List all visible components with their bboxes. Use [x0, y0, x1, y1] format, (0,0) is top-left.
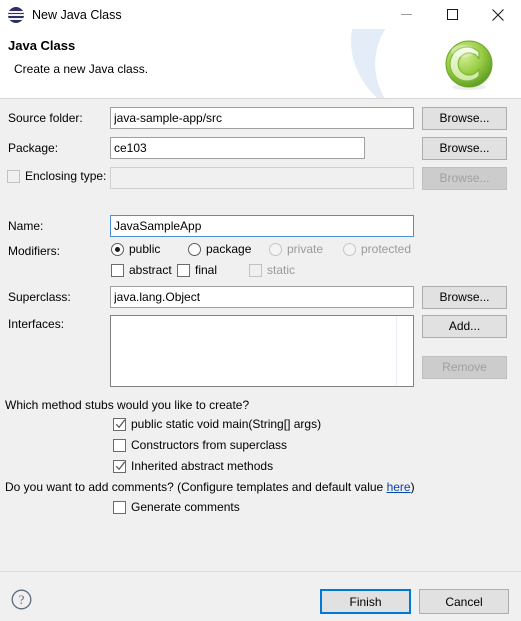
modifier-label-package: package	[206, 242, 252, 256]
maximize-icon	[446, 9, 458, 20]
minimize-button[interactable]	[383, 0, 429, 29]
modifiers-label: Modifiers:	[8, 244, 61, 258]
package-browse-button[interactable]: Browse...	[422, 137, 507, 160]
eclipse-sphere-icon	[8, 6, 24, 23]
modifier-checkbox-static[interactable]	[249, 264, 262, 277]
class-name-input[interactable]	[110, 215, 414, 237]
stub-checkbox-constructors[interactable]	[113, 439, 126, 452]
stub-checkbox-main[interactable]	[113, 418, 126, 431]
new-java-class-dialog: New Java Class Java Class Create a new J…	[0, 0, 521, 621]
page-subtitle: Create a new Java class.	[14, 62, 149, 76]
name-label: Name:	[8, 219, 44, 233]
dialog-body: Source folder: Browse... Package: Browse…	[0, 99, 521, 571]
stub-checkbox-inherited[interactable]	[113, 460, 126, 473]
modifier-radio-package[interactable]	[188, 243, 201, 256]
modifier-label-protected: protected	[361, 242, 412, 256]
stub-label-inherited: Inherited abstract methods	[131, 459, 274, 473]
help-icon[interactable]: ?	[11, 589, 32, 610]
svg-text:?: ?	[19, 592, 25, 607]
eclipse-green-c-logo	[445, 40, 493, 90]
finish-button[interactable]: Finish	[320, 589, 411, 614]
superclass-input[interactable]	[110, 286, 414, 308]
method-stubs-question: Which method stubs would you like to cre…	[5, 398, 250, 412]
modifier-label-static: static	[267, 263, 296, 277]
modifier-label-private: private	[287, 242, 324, 256]
minimize-icon	[400, 14, 412, 15]
enclosing-type-label: Enclosing type:	[25, 169, 107, 183]
interfaces-add-button[interactable]: Add...	[422, 315, 507, 338]
check-icon	[115, 461, 126, 471]
close-icon	[492, 8, 504, 21]
comments-question-prefix: Do you want to add comments? (Configure …	[5, 480, 387, 494]
source-folder-label: Source folder:	[8, 111, 83, 125]
window-controls	[383, 0, 521, 29]
source-folder-input[interactable]	[110, 107, 414, 129]
interfaces-remove-button[interactable]: Remove	[422, 356, 507, 379]
generate-comments-checkbox[interactable]	[113, 501, 126, 514]
package-input[interactable]	[110, 137, 365, 159]
window-title: New Java Class	[32, 7, 122, 22]
modifier-checkbox-final[interactable]	[177, 264, 190, 277]
page-title: Java Class	[8, 38, 76, 53]
cancel-button[interactable]: Cancel	[419, 589, 509, 614]
modifier-label-final: final	[195, 263, 218, 277]
generate-comments-label: Generate comments	[131, 500, 240, 514]
configure-templates-link[interactable]: here	[387, 480, 411, 494]
enclosing-type-checkbox[interactable]	[7, 170, 20, 183]
check-icon	[115, 419, 126, 429]
interfaces-list[interactable]	[110, 315, 414, 387]
interfaces-scrollbar[interactable]	[396, 316, 413, 386]
maximize-button[interactable]	[429, 0, 475, 29]
comments-question: Do you want to add comments? (Configure …	[5, 480, 415, 494]
modifier-radio-public[interactable]	[111, 243, 124, 256]
source-folder-browse-button[interactable]: Browse...	[422, 107, 507, 130]
comments-question-suffix: )	[410, 480, 415, 494]
enclosing-type-input[interactable]	[110, 167, 414, 189]
modifier-checkbox-abstract[interactable]	[111, 264, 124, 277]
stub-label-main: public static void main(String[] args)	[131, 417, 322, 431]
superclass-label: Superclass:	[8, 290, 71, 304]
superclass-browse-button[interactable]: Browse...	[422, 286, 507, 309]
modifier-radio-private[interactable]	[269, 243, 282, 256]
modifier-label-abstract: abstract	[129, 263, 172, 277]
stub-label-constructors: Constructors from superclass	[131, 438, 288, 452]
modifier-label-public: public	[129, 242, 161, 256]
package-label: Package:	[8, 141, 59, 155]
interfaces-label: Interfaces:	[8, 317, 65, 331]
enclosing-type-browse-button[interactable]: Browse...	[422, 167, 507, 190]
close-button[interactable]	[475, 0, 521, 29]
dialog-header: Java Class Create a new Java class.	[0, 29, 521, 98]
title-bar: New Java Class	[0, 0, 521, 29]
modifier-radio-protected[interactable]	[343, 243, 356, 256]
